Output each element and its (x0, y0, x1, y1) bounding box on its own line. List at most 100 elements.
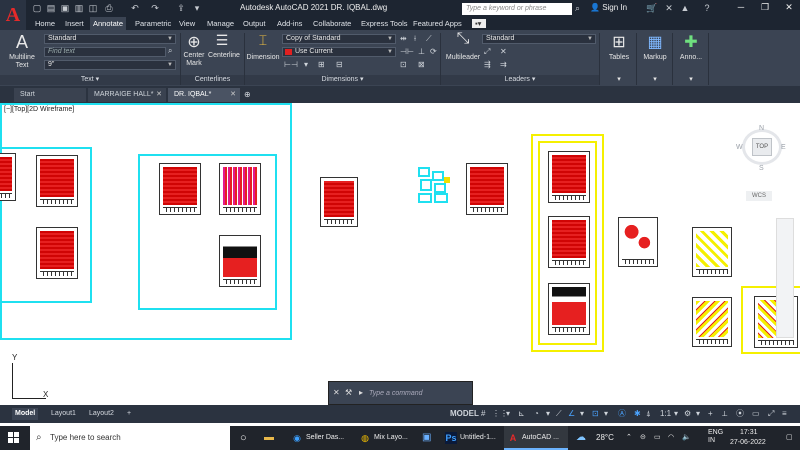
taskbar-app-chrome[interactable]: ◍ Mix Layo... (356, 426, 418, 450)
new-file-icon[interactable]: ▢ (32, 3, 42, 13)
infer-constraints-icon[interactable]: ⊾ (518, 408, 525, 420)
tab-layout1[interactable]: Layout1 (48, 408, 79, 420)
dropdown-icon[interactable]: ▾ (506, 408, 510, 420)
tab-start[interactable]: Start (14, 88, 86, 102)
notifications-icon[interactable]: ▢ (786, 426, 793, 450)
clock-date[interactable]: 27-06-2022 (730, 438, 766, 448)
dimensions-panel-title[interactable]: Dimensions ▾ (245, 75, 440, 85)
drawing-sheet[interactable] (692, 227, 732, 277)
text-panel-title[interactable]: Text ▾ (0, 75, 180, 85)
share-icon[interactable]: ⇪ (176, 3, 186, 13)
maximize-button[interactable]: ❐ (754, 0, 776, 14)
remove-leader-icon[interactable]: ✕ (500, 47, 507, 57)
tab-featured-apps[interactable]: Featured Apps (410, 17, 465, 30)
markup-icon[interactable]: ▦ (644, 32, 666, 52)
close-icon[interactable]: ✕ (230, 88, 236, 102)
find-text-input[interactable]: Find text (44, 47, 166, 57)
add-layout-icon[interactable]: + (124, 408, 134, 420)
drawing-sheet[interactable] (219, 163, 261, 215)
isodraft-icon[interactable]: ⟋ (556, 408, 562, 420)
chevron-down-icon[interactable]: ▾ (614, 76, 624, 84)
compass-west[interactable]: W (736, 144, 743, 151)
minimize-button[interactable]: ─ (730, 0, 752, 14)
centerline-label[interactable]: Centerline (206, 52, 242, 60)
drawing-sheet[interactable] (36, 155, 78, 207)
drawing-sheet[interactable] (0, 153, 16, 201)
network-icon[interactable]: ⊝ (640, 426, 646, 450)
compass-east[interactable]: E (781, 144, 786, 151)
dropdown-icon[interactable]: ▾ (674, 408, 678, 420)
leader-style-select[interactable]: Standard ▼ (482, 34, 596, 44)
tab-layout2[interactable]: Layout2 (86, 408, 117, 420)
cart-icon[interactable]: 🛒 (646, 3, 657, 13)
close-button[interactable]: ✕ (778, 0, 800, 14)
add-leader-icon[interactable]: ⤢ (484, 47, 490, 57)
help-search-input[interactable]: Type a keyword or phrase (462, 3, 572, 15)
isolate-objects-icon[interactable]: ⦿ (736, 408, 744, 420)
dropdown-icon[interactable]: ▾ (580, 408, 584, 420)
model-space-canvas[interactable]: [−][Top][2D Wireframe] N S W E TOP WCS Y… (0, 103, 800, 405)
autodesk-app-icon[interactable]: ✕ (664, 3, 674, 13)
dim-tolerance-icon[interactable]: ⊡ (400, 60, 407, 70)
taskbar-app-autocad[interactable]: A AutoCAD ... (504, 426, 568, 450)
dim-override-icon[interactable]: ⇹ (400, 34, 407, 44)
annotation-visibility-icon[interactable]: Ⓐ (618, 408, 626, 420)
multileader-label[interactable]: Multileader (443, 54, 483, 62)
close-icon[interactable]: ✕ (333, 388, 340, 398)
dimstyle-select[interactable]: Copy of Standard ▼ (282, 34, 396, 44)
photo-app-icon[interactable]: ▣ (422, 426, 431, 450)
customize-qat-icon[interactable]: ▾ (192, 3, 202, 13)
annotation-label[interactable]: Anno... (674, 54, 708, 62)
new-tab-icon[interactable]: ⊕ (244, 90, 251, 100)
drawing-sheet[interactable] (219, 235, 261, 287)
tab-model[interactable]: Model (12, 408, 39, 420)
dim-update-icon[interactable]: ⟳ (430, 47, 437, 57)
compass-north[interactable]: N (759, 125, 764, 132)
taskbar-app-edge[interactable]: ◉ Seller Das... (288, 426, 354, 450)
find-replace-icon[interactable]: ⌕ (168, 46, 172, 56)
ribbon-minimize-toggle[interactable]: ▪▾ (472, 19, 486, 28)
compass-south[interactable]: S (759, 165, 764, 172)
close-icon[interactable]: ✕ (156, 88, 162, 102)
tab-annotate[interactable]: Annotate (90, 17, 127, 30)
multiline-text-icon[interactable]: A (12, 32, 32, 53)
grid-icon[interactable]: # (481, 408, 485, 420)
tab-view[interactable]: View (176, 17, 198, 30)
help-triangle-icon[interactable]: ▲ (680, 3, 690, 13)
dim-tool-icon[interactable]: ⊢⊣ (284, 60, 298, 70)
polar-tracking-icon[interactable]: ◔ (534, 408, 539, 420)
open-file-icon[interactable]: ▤ (46, 3, 56, 13)
taskbar-app-photoshop[interactable]: Ps Untitled-1... (442, 426, 502, 450)
tab-marraige-hall[interactable]: MARRAIGE HALL* ✕ (88, 88, 166, 102)
centerline-icon[interactable]: ☰ (212, 32, 232, 49)
help-icon[interactable]: ? (702, 3, 712, 13)
redo-icon[interactable]: ↷ (150, 3, 160, 13)
drawing-sheet[interactable] (692, 297, 732, 347)
customize-wrench-icon[interactable]: ⚒ (345, 388, 352, 398)
cyan-block-group[interactable] (418, 167, 452, 203)
chevron-down-icon[interactable]: ▾ (686, 76, 696, 84)
tab-manage[interactable]: Manage (204, 17, 237, 30)
workspace-gear-icon[interactable]: ⚙ (684, 408, 691, 420)
drawing-sheet[interactable] (466, 163, 508, 215)
tab-parametric[interactable]: Parametric (132, 17, 174, 30)
hardware-acceleration-icon[interactable]: ▭ (752, 408, 760, 420)
drawing-sheet[interactable] (36, 227, 78, 279)
multiline-text-label[interactable]: Multiline Text (6, 54, 38, 70)
undo-icon[interactable]: ↶ (130, 3, 140, 13)
dropdown-icon[interactable]: ▾ (546, 408, 550, 420)
object-snap-icon[interactable]: ⊡ (592, 408, 599, 420)
dropdown-icon[interactable]: ▾ (696, 408, 700, 420)
clean-screen-icon[interactable]: ⤢ (768, 408, 774, 420)
align-leader-icon[interactable]: ⇶ (484, 60, 491, 70)
tab-home[interactable]: Home (32, 17, 58, 30)
search-icon[interactable]: ⌕ (575, 3, 580, 14)
tab-express-tools[interactable]: Express Tools (358, 17, 411, 30)
annotation-scale-icon[interactable]: ⍋ (646, 408, 651, 420)
dim-inspect-icon[interactable]: ⊠ (418, 60, 425, 70)
auto-scale-icon[interactable]: ✱ (634, 408, 641, 420)
tab-collaborate[interactable]: Collaborate (310, 17, 354, 30)
tab-insert[interactable]: Insert (62, 17, 87, 30)
battery-icon[interactable]: ▭ (654, 426, 661, 450)
dim-text-angle-icon[interactable]: ⟋ (426, 34, 432, 44)
